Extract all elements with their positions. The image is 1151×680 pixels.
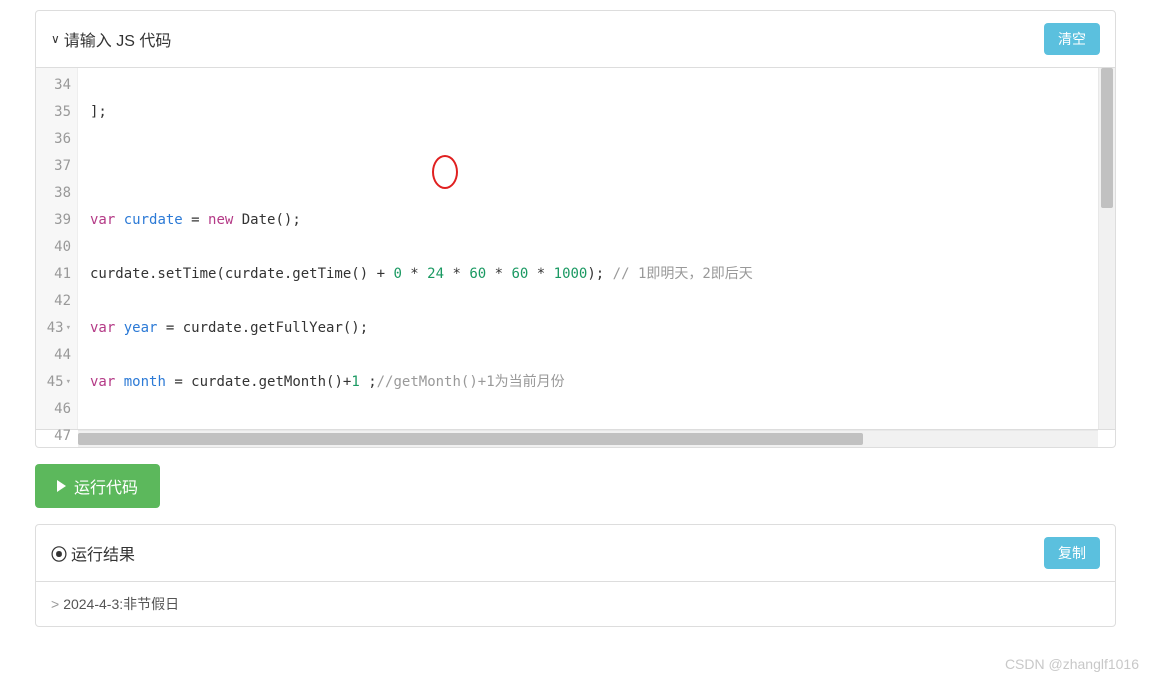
horizontal-scrollbar[interactable] <box>78 430 1098 447</box>
input-panel-header: ∨ 请输入 JS 代码 清空 <box>36 11 1115 68</box>
result-text: 2024-4-3:非节假日 <box>63 596 179 612</box>
result-output: >2024-4-3:非节假日 <box>36 582 1115 626</box>
result-title-text: 运行结果 <box>71 541 135 565</box>
code-editor[interactable]: 34 35 36 37 38 39 40 41 42 43▾ 44 45▾ 46… <box>36 68 1115 430</box>
result-prefix: > <box>51 596 59 612</box>
code-area[interactable]: ]; var curdate = new Date(); curdate.set… <box>78 68 1098 429</box>
run-button[interactable]: 运行代码 <box>35 464 160 508</box>
copy-button[interactable]: 复制 <box>1044 537 1100 569</box>
pin-icon: ⦿ <box>51 541 67 565</box>
scrollbar-thumb[interactable] <box>78 433 863 445</box>
result-panel: ⦿ 运行结果 复制 >2024-4-3:非节假日 <box>35 524 1116 627</box>
scrollbar-thumb[interactable] <box>1101 68 1113 208</box>
result-panel-header: ⦿ 运行结果 复制 <box>36 525 1115 582</box>
play-icon <box>57 480 66 492</box>
vertical-scrollbar[interactable] <box>1098 68 1115 429</box>
input-title-text: 请输入 JS 代码 <box>64 27 172 51</box>
input-panel: ∨ 请输入 JS 代码 清空 34 35 36 37 38 39 40 41 4… <box>35 10 1116 448</box>
fold-icon[interactable]: ▾ <box>66 369 71 396</box>
input-panel-title[interactable]: ∨ 请输入 JS 代码 <box>51 27 171 51</box>
line-gutter: 34 35 36 37 38 39 40 41 42 43▾ 44 45▾ 46… <box>36 68 78 429</box>
run-button-label: 运行代码 <box>74 474 138 498</box>
result-panel-title: ⦿ 运行结果 <box>51 541 135 565</box>
fold-icon[interactable]: ▾ <box>66 315 71 342</box>
clear-button[interactable]: 清空 <box>1044 23 1100 55</box>
watermark: CSDN @zhanglf1016 <box>1005 656 1139 672</box>
chevron-down-icon: ∨ <box>51 32 60 46</box>
